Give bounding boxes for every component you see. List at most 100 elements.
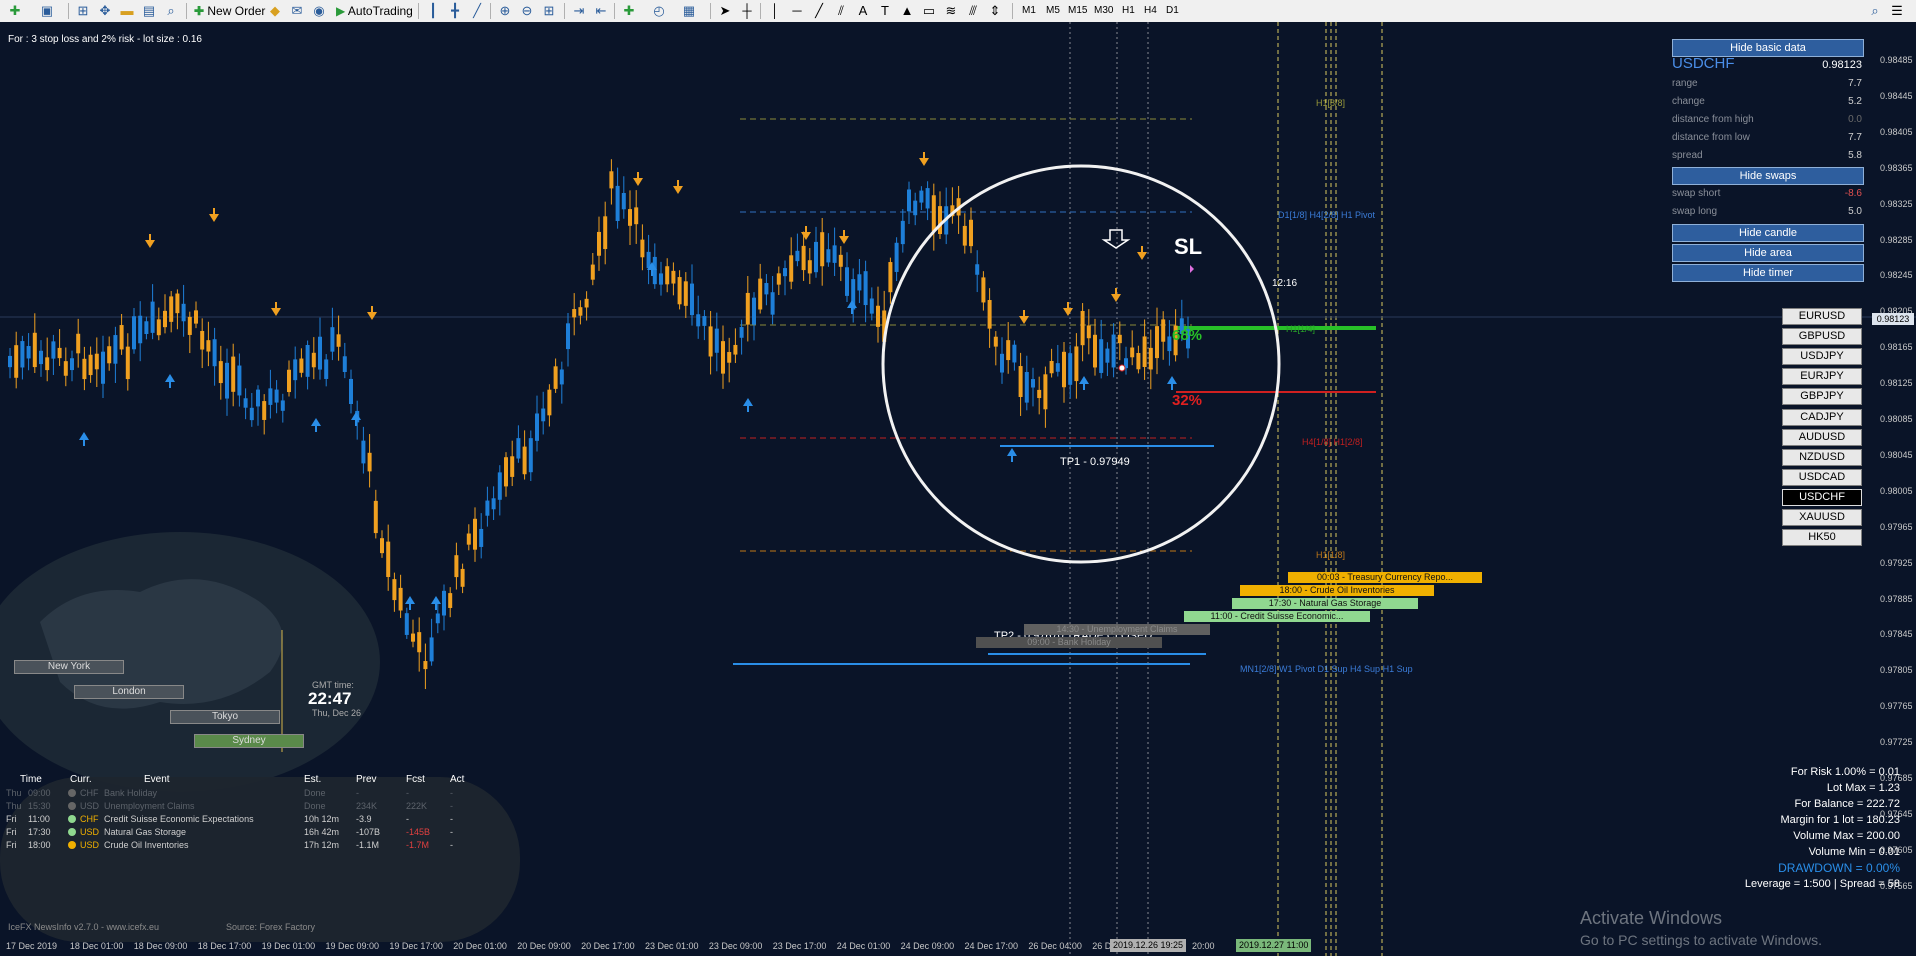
strategy-tester-icon[interactable]: ⌕ <box>162 2 180 20</box>
tp1-label: TP1 - 0.97949 <box>1060 456 1130 468</box>
candle-body <box>448 593 453 608</box>
candle-chart-icon[interactable]: ╋ <box>446 2 464 20</box>
indicators-icon[interactable]: ✚ <box>620 2 638 20</box>
symbol-button-xauusd[interactable]: XAUUSD <box>1782 509 1862 526</box>
data-label: spread <box>1672 150 1703 161</box>
label-tool-icon[interactable]: T <box>876 2 894 20</box>
news-box-faded[interactable]: 09:00 - Bank Holiday <box>976 637 1162 648</box>
triangle-icon[interactable]: ▲ <box>898 2 916 20</box>
vertical-line-icon[interactable]: │ <box>766 2 784 20</box>
new-order-button[interactable]: ✚ New Order <box>194 2 265 20</box>
chart-window[interactable]: For : 3 stop loss and 2% risk - lot size… <box>0 22 1916 956</box>
timeframe-h1[interactable]: H1 <box>1122 2 1135 20</box>
symbol-button-hk50[interactable]: HK50 <box>1782 529 1862 547</box>
cursor-icon[interactable]: ➤ <box>716 2 734 20</box>
candle-body <box>745 292 750 325</box>
trendline-icon[interactable]: ╱ <box>810 2 828 20</box>
symbol-button-eurjpy[interactable]: EURJPY <box>1782 368 1862 386</box>
time-tick: 20 Dec 09:00 <box>517 941 571 951</box>
search-icon[interactable]: ⌕ <box>1866 2 1884 20</box>
profiles-icon[interactable]: ▣ <box>38 2 56 20</box>
news-cell-event: Natural Gas Storage <box>104 827 187 837</box>
folder-icon[interactable]: ▬ <box>118 2 136 20</box>
gann-icon[interactable]: ⫻ <box>964 2 982 20</box>
symbol-button-usdjpy[interactable]: USDJPY <box>1782 348 1862 366</box>
timeframe-h4[interactable]: H4 <box>1144 2 1157 20</box>
fibonacci-icon[interactable]: ≋ <box>942 2 960 20</box>
menu-icon[interactable]: ☰ <box>1888 2 1906 20</box>
periods-icon[interactable]: ◴ <box>650 2 668 20</box>
text-tool-icon[interactable]: A <box>854 2 872 20</box>
candle-body <box>597 231 601 256</box>
candle-body <box>138 315 143 344</box>
symbol-button-usdcad[interactable]: USDCAD <box>1782 468 1862 486</box>
news-cell-prev: - <box>356 788 359 798</box>
candle-body <box>45 357 50 371</box>
zoom-in-icon[interactable]: ⊕ <box>496 2 514 20</box>
news-box[interactable]: 00:03 - Treasury Currency Repo... <box>1288 572 1482 583</box>
candle-body <box>119 325 124 350</box>
candle-body <box>671 270 676 284</box>
timeframe-m15[interactable]: M15 <box>1068 2 1087 20</box>
candle-body <box>169 296 174 322</box>
bar-chart-icon[interactable]: ┃ <box>424 2 442 20</box>
candle-body <box>82 358 87 380</box>
news-cell-time: 18:00 <box>28 840 51 850</box>
candle-body <box>113 335 118 364</box>
news-cell-est: 10h 12m <box>304 814 340 824</box>
news-box[interactable]: 17:30 - Natural Gas Storage <box>1232 598 1418 609</box>
rectangle-icon[interactable]: ▭ <box>920 2 938 20</box>
terminal-icon[interactable]: ▤ <box>140 2 158 20</box>
meta-editor-icon[interactable]: ◆ <box>266 2 284 20</box>
toolbar-divider <box>564 3 565 19</box>
buy-arrow <box>743 398 753 412</box>
symbol-button-nzdusd[interactable]: NZDUSD <box>1782 448 1862 466</box>
candle-body <box>733 344 738 355</box>
mail-icon[interactable]: ✉ <box>288 2 306 20</box>
symbol-button-cadjpy[interactable]: CADJPY <box>1782 408 1862 426</box>
timeframe-m30[interactable]: M30 <box>1094 2 1113 20</box>
candle-body <box>1142 336 1147 367</box>
timeframe-m5[interactable]: M5 <box>1046 2 1060 20</box>
market-watch-icon[interactable]: ⊞ <box>74 2 92 20</box>
candle-body <box>342 356 347 373</box>
candle-body <box>1155 326 1159 359</box>
hide-candle-button[interactable]: Hide candle <box>1672 224 1864 242</box>
toolbar: ✚ ▣ ⊞ ✥ ▬ ▤ ⌕ ✚ New Order ◆ ✉ ◉ ▶ AutoTr… <box>0 0 1916 23</box>
crosshair-tool-icon[interactable]: ┼ <box>738 2 756 20</box>
arrows-icon[interactable]: ⇕ <box>986 2 1004 20</box>
chart-shift-icon[interactable]: ⇤ <box>592 2 610 20</box>
hide-swaps-button[interactable]: Hide swaps <box>1672 167 1864 185</box>
new-chart-icon[interactable]: ✚ <box>6 2 24 20</box>
tile-windows-icon[interactable]: ⊞ <box>540 2 558 20</box>
symbol-button-eurusd[interactable]: EURUSD <box>1782 308 1862 325</box>
horizontal-line-icon[interactable]: ─ <box>788 2 806 20</box>
candle-body <box>411 633 415 642</box>
news-box[interactable]: 11:00 - Credit Suisse Economic... <box>1184 611 1370 622</box>
zoom-out-icon[interactable]: ⊖ <box>518 2 536 20</box>
news-box-faded[interactable]: 14:30 - Unemployment Claims <box>1024 624 1210 635</box>
templates-icon[interactable]: ▦ <box>680 2 698 20</box>
hide-timer-button[interactable]: Hide timer <box>1672 264 1864 282</box>
price-tick: 0.98085 <box>1880 414 1913 424</box>
candle-body <box>925 188 930 209</box>
symbol-button-audusd[interactable]: AUDUSD <box>1782 428 1862 446</box>
autotrading-button[interactable]: ▶ AutoTrading <box>336 2 413 20</box>
signal-icon[interactable]: ◉ <box>310 2 328 20</box>
line-chart-icon[interactable]: ╱ <box>468 2 486 20</box>
time-box-date: 2019.12.26 19:25 <box>1113 940 1184 950</box>
news-box[interactable]: 18:00 - Crude Oil Inventories <box>1240 585 1434 596</box>
symbol-button-gbpjpy[interactable]: GBPJPY <box>1782 388 1862 406</box>
auto-scroll-icon[interactable]: ⇥ <box>570 2 588 20</box>
down-arrow-icon <box>1101 229 1131 249</box>
hide-area-button[interactable]: Hide area <box>1672 244 1864 262</box>
timeframe-d1[interactable]: D1 <box>1166 2 1179 20</box>
symbol-button-gbpusd[interactable]: GBPUSD <box>1782 328 1862 346</box>
channel-icon[interactable]: ⫽ <box>832 2 850 20</box>
symbol-button-usdchf[interactable]: USDCHF <box>1782 488 1862 506</box>
crosshair-icon[interactable]: ✥ <box>96 2 114 20</box>
candle-body <box>349 378 353 404</box>
candle-body <box>528 438 533 473</box>
candle-body <box>603 216 608 250</box>
timeframe-m1[interactable]: M1 <box>1022 2 1036 20</box>
